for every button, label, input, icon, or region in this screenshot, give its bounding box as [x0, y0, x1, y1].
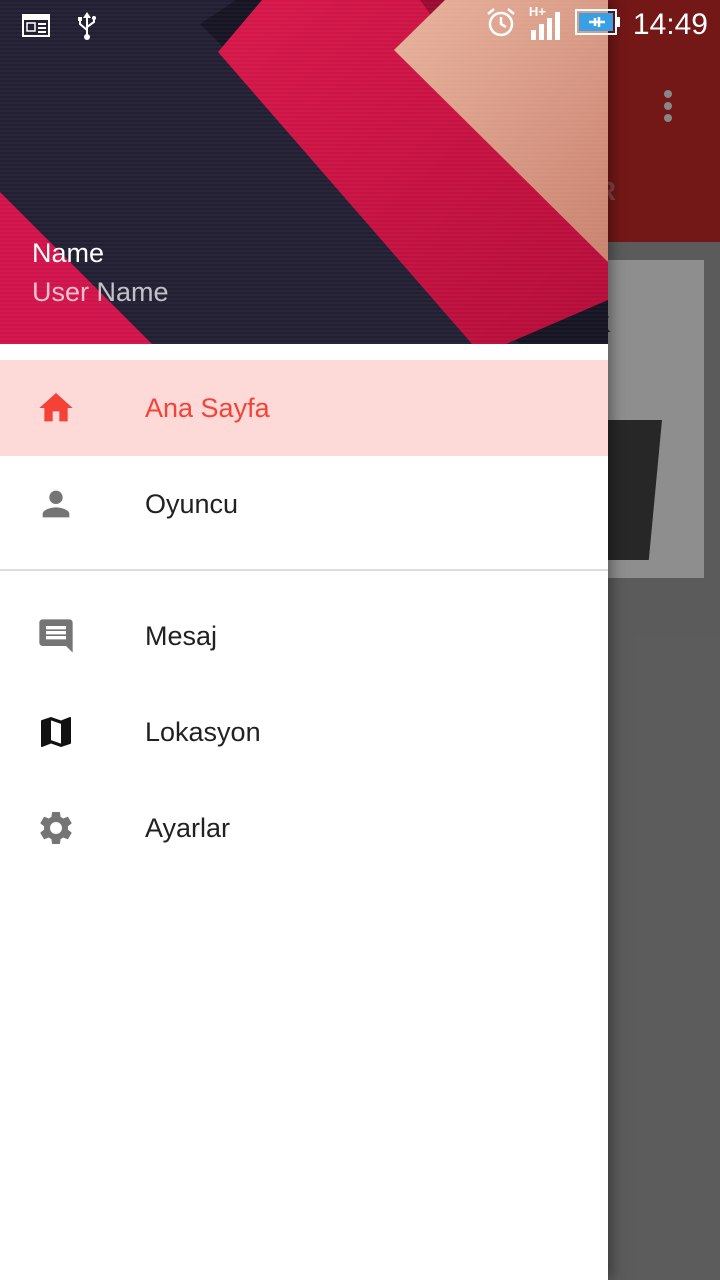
home-icon	[36, 388, 76, 428]
person-icon	[36, 484, 76, 524]
menu-item-label: Ana Sayfa	[145, 392, 270, 423]
drawer-menu: Ana Sayfa Oyuncu Mesaj Lokasyon Ayarlar	[0, 360, 608, 876]
calendar-icon	[22, 12, 50, 45]
menu-item-oyuncu[interactable]: Oyuncu	[0, 456, 608, 552]
status-bar: H+ 14:49	[0, 0, 720, 50]
signal-hplus-icon: H+	[529, 4, 563, 42]
menu-item-mesaj[interactable]: Mesaj	[0, 588, 608, 684]
menu-item-ana-sayfa[interactable]: Ana Sayfa	[0, 360, 608, 456]
menu-item-ayarlar[interactable]: Ayarlar	[0, 780, 608, 876]
user-display-name: Name	[32, 238, 105, 268]
menu-item-lokasyon[interactable]: Lokasyon	[0, 684, 608, 780]
menu-item-label: Lokasyon	[145, 716, 261, 747]
drawer-header: Name User Name	[0, 0, 608, 344]
battery-charging-icon	[574, 8, 621, 41]
drawer-user-info[interactable]: Name User Name	[32, 238, 169, 308]
user-username: User Name	[32, 277, 169, 307]
navigation-drawer: Name User Name Ana Sayfa Oyuncu Mesaj Lo…	[0, 0, 608, 1280]
menu-divider	[0, 569, 608, 571]
menu-item-label: Oyuncu	[145, 488, 239, 519]
map-icon	[36, 712, 76, 752]
settings-icon	[36, 808, 76, 848]
status-time: 14:49	[632, 7, 708, 41]
usb-icon	[76, 12, 98, 45]
alarm-icon	[485, 6, 517, 43]
message-icon	[36, 616, 76, 656]
menu-item-label: Mesaj	[145, 620, 218, 651]
menu-item-label: Ayarlar	[145, 812, 231, 843]
